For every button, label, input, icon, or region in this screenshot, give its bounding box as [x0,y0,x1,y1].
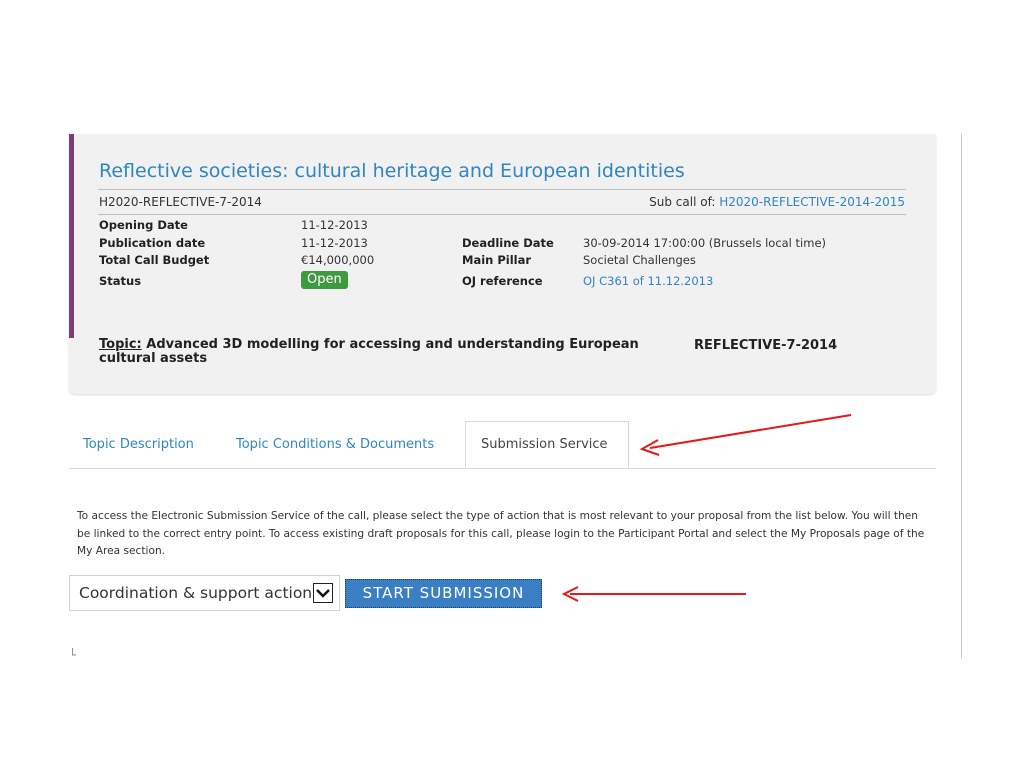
annotation-overlay [561,414,852,602]
red-arrow-icon [639,414,852,456]
red-arrow-icon [561,586,746,602]
